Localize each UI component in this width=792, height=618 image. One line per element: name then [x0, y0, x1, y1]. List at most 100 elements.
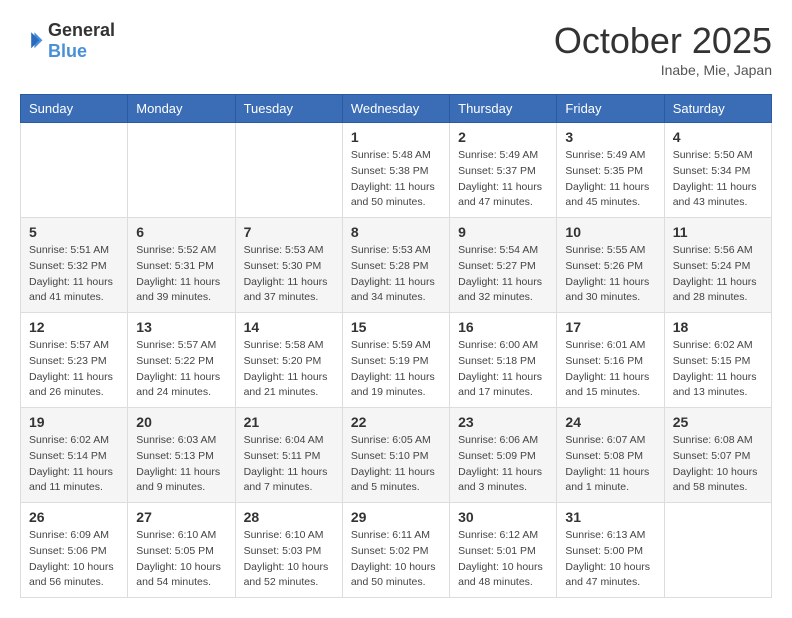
weekday-header-tuesday: Tuesday	[235, 95, 342, 123]
logo: General Blue	[20, 20, 115, 62]
day-info: Sunrise: 6:11 AM Sunset: 5:02 PM Dayligh…	[351, 528, 441, 591]
day-info: Sunrise: 6:01 AM Sunset: 5:16 PM Dayligh…	[565, 338, 655, 401]
logo-general: General	[48, 20, 115, 40]
day-info: Sunrise: 5:58 AM Sunset: 5:20 PM Dayligh…	[244, 338, 334, 401]
day-cell-1: 1 Sunrise: 5:48 AM Sunset: 5:38 PM Daylig…	[342, 123, 449, 218]
day-cell-27: 27Sunrise: 6:10 AM Sunset: 5:05 PM Dayli…	[128, 503, 235, 598]
day-info: Sunrise: 6:03 AM Sunset: 5:13 PM Dayligh…	[136, 433, 226, 496]
day-cell-2: 2 Sunrise: 5:49 AM Sunset: 5:37 PM Daylig…	[450, 123, 557, 218]
day-cell-16: 16Sunrise: 6:00 AM Sunset: 5:18 PM Dayli…	[450, 313, 557, 408]
day-number: 19	[29, 414, 119, 430]
day-info: Sunrise: 5:57 AM Sunset: 5:22 PM Dayligh…	[136, 338, 226, 401]
day-cell-6: 6 Sunrise: 5:52 AM Sunset: 5:31 PM Daylig…	[128, 218, 235, 313]
day-number: 30	[458, 509, 548, 525]
day-info: Sunrise: 6:05 AM Sunset: 5:10 PM Dayligh…	[351, 433, 441, 496]
day-number: 24	[565, 414, 655, 430]
day-info: Sunrise: 6:08 AM Sunset: 5:07 PM Dayligh…	[673, 433, 763, 496]
day-cell-20: 20 Sunrise: 6:03 AM Sunset: 5:13 PM Dayli…	[128, 408, 235, 503]
day-info: Sunrise: 6:02 AM Sunset: 5:15 PM Dayligh…	[673, 338, 763, 401]
day-info: Sunrise: 5:54 AM Sunset: 5:27 PM Dayligh…	[458, 243, 548, 306]
day-number: 25	[673, 414, 763, 430]
weekday-header-monday: Monday	[128, 95, 235, 123]
day-number: 16	[458, 319, 548, 335]
day-info: Sunrise: 5:49 AM Sunset: 5:37 PM Dayligh…	[458, 148, 548, 211]
day-number: 18	[673, 319, 763, 335]
day-info: Sunrise: 6:10 AM Sunset: 5:03 PM Dayligh…	[244, 528, 334, 591]
day-cell-31: 31Sunrise: 6:13 AM Sunset: 5:00 PM Dayli…	[557, 503, 664, 598]
day-info: Sunrise: 5:52 AM Sunset: 5:31 PM Dayligh…	[136, 243, 226, 306]
day-number: 1	[351, 129, 441, 145]
day-info: Sunrise: 5:59 AM Sunset: 5:19 PM Dayligh…	[351, 338, 441, 401]
day-info: Sunrise: 6:02 AM Sunset: 5:14 PM Dayligh…	[29, 433, 119, 496]
logo-icon	[20, 29, 44, 53]
day-number: 21	[244, 414, 334, 430]
day-cell-15: 15 Sunrise: 5:59 AM Sunset: 5:19 PM Dayli…	[342, 313, 449, 408]
day-cell-14: 14Sunrise: 5:58 AM Sunset: 5:20 PM Dayli…	[235, 313, 342, 408]
weekday-header-row: SundayMondayTuesdayWednesdayThursdayFrid…	[21, 95, 772, 123]
day-number: 5	[29, 224, 119, 240]
day-number: 13	[136, 319, 226, 335]
day-cell-7: 7 Sunrise: 5:53 AM Sunset: 5:30 PM Daylig…	[235, 218, 342, 313]
day-cell-13: 13 Sunrise: 5:57 AM Sunset: 5:22 PM Dayli…	[128, 313, 235, 408]
month-title: October 2025	[554, 20, 772, 62]
logo-blue: Blue	[48, 41, 87, 61]
day-info: Sunrise: 5:55 AM Sunset: 5:26 PM Dayligh…	[565, 243, 655, 306]
day-cell-24: 24 Sunrise: 6:07 AM Sunset: 5:08 PM Dayli…	[557, 408, 664, 503]
day-info: Sunrise: 5:57 AM Sunset: 5:23 PM Dayligh…	[29, 338, 119, 401]
weekday-header-wednesday: Wednesday	[342, 95, 449, 123]
day-info: Sunrise: 5:53 AM Sunset: 5:28 PM Dayligh…	[351, 243, 441, 306]
day-info: Sunrise: 6:06 AM Sunset: 5:09 PM Dayligh…	[458, 433, 548, 496]
day-number: 20	[136, 414, 226, 430]
day-info: Sunrise: 6:12 AM Sunset: 5:01 PM Dayligh…	[458, 528, 548, 591]
day-number: 2	[458, 129, 548, 145]
day-number: 17	[565, 319, 655, 335]
day-number: 10	[565, 224, 655, 240]
day-info: Sunrise: 5:50 AM Sunset: 5:34 PM Dayligh…	[673, 148, 763, 211]
day-number: 8	[351, 224, 441, 240]
week-row-5: 26Sunrise: 6:09 AM Sunset: 5:06 PM Dayli…	[21, 503, 772, 598]
day-info: Sunrise: 5:51 AM Sunset: 5:32 PM Dayligh…	[29, 243, 119, 306]
day-number: 23	[458, 414, 548, 430]
day-info: Sunrise: 6:04 AM Sunset: 5:11 PM Dayligh…	[244, 433, 334, 496]
empty-cell	[21, 123, 128, 218]
day-cell-4: 4 Sunrise: 5:50 AM Sunset: 5:34 PM Daylig…	[664, 123, 771, 218]
day-number: 6	[136, 224, 226, 240]
day-cell-21: 21 Sunrise: 6:04 AM Sunset: 5:11 PM Dayli…	[235, 408, 342, 503]
day-cell-8: 8 Sunrise: 5:53 AM Sunset: 5:28 PM Daylig…	[342, 218, 449, 313]
day-cell-18: 18 Sunrise: 6:02 AM Sunset: 5:15 PM Dayli…	[664, 313, 771, 408]
day-info: Sunrise: 6:10 AM Sunset: 5:05 PM Dayligh…	[136, 528, 226, 591]
day-cell-29: 29 Sunrise: 6:11 AM Sunset: 5:02 PM Dayli…	[342, 503, 449, 598]
title-section: October 2025 Inabe, Mie, Japan	[554, 20, 772, 78]
week-row-3: 12Sunrise: 5:57 AM Sunset: 5:23 PM Dayli…	[21, 313, 772, 408]
day-cell-23: 23 Sunrise: 6:06 AM Sunset: 5:09 PM Dayli…	[450, 408, 557, 503]
day-info: Sunrise: 5:49 AM Sunset: 5:35 PM Dayligh…	[565, 148, 655, 211]
weekday-header-saturday: Saturday	[664, 95, 771, 123]
weekday-header-friday: Friday	[557, 95, 664, 123]
day-number: 7	[244, 224, 334, 240]
day-cell-5: 5 Sunrise: 5:51 AM Sunset: 5:32 PM Daylig…	[21, 218, 128, 313]
day-number: 22	[351, 414, 441, 430]
day-cell-25: 25 Sunrise: 6:08 AM Sunset: 5:07 PM Dayli…	[664, 408, 771, 503]
day-cell-30: 30 Sunrise: 6:12 AM Sunset: 5:01 PM Dayli…	[450, 503, 557, 598]
day-info: Sunrise: 5:48 AM Sunset: 5:38 PM Dayligh…	[351, 148, 441, 211]
day-number: 28	[244, 509, 334, 525]
day-number: 4	[673, 129, 763, 145]
day-info: Sunrise: 5:53 AM Sunset: 5:30 PM Dayligh…	[244, 243, 334, 306]
day-info: Sunrise: 6:07 AM Sunset: 5:08 PM Dayligh…	[565, 433, 655, 496]
weekday-header-sunday: Sunday	[21, 95, 128, 123]
day-number: 29	[351, 509, 441, 525]
empty-cell	[235, 123, 342, 218]
day-cell-19: 19 Sunrise: 6:02 AM Sunset: 5:14 PM Dayli…	[21, 408, 128, 503]
day-number: 11	[673, 224, 763, 240]
day-number: 15	[351, 319, 441, 335]
calendar-table: SundayMondayTuesdayWednesdayThursdayFrid…	[20, 94, 772, 598]
day-number: 3	[565, 129, 655, 145]
week-row-2: 5 Sunrise: 5:51 AM Sunset: 5:32 PM Daylig…	[21, 218, 772, 313]
day-cell-22: 22 Sunrise: 6:05 AM Sunset: 5:10 PM Dayli…	[342, 408, 449, 503]
day-cell-9: 9Sunrise: 5:54 AM Sunset: 5:27 PM Daylig…	[450, 218, 557, 313]
day-cell-12: 12Sunrise: 5:57 AM Sunset: 5:23 PM Dayli…	[21, 313, 128, 408]
day-cell-3: 3 Sunrise: 5:49 AM Sunset: 5:35 PM Daylig…	[557, 123, 664, 218]
day-cell-17: 17 Sunrise: 6:01 AM Sunset: 5:16 PM Dayli…	[557, 313, 664, 408]
day-cell-10: 10 Sunrise: 5:55 AM Sunset: 5:26 PM Dayli…	[557, 218, 664, 313]
empty-cell	[128, 123, 235, 218]
